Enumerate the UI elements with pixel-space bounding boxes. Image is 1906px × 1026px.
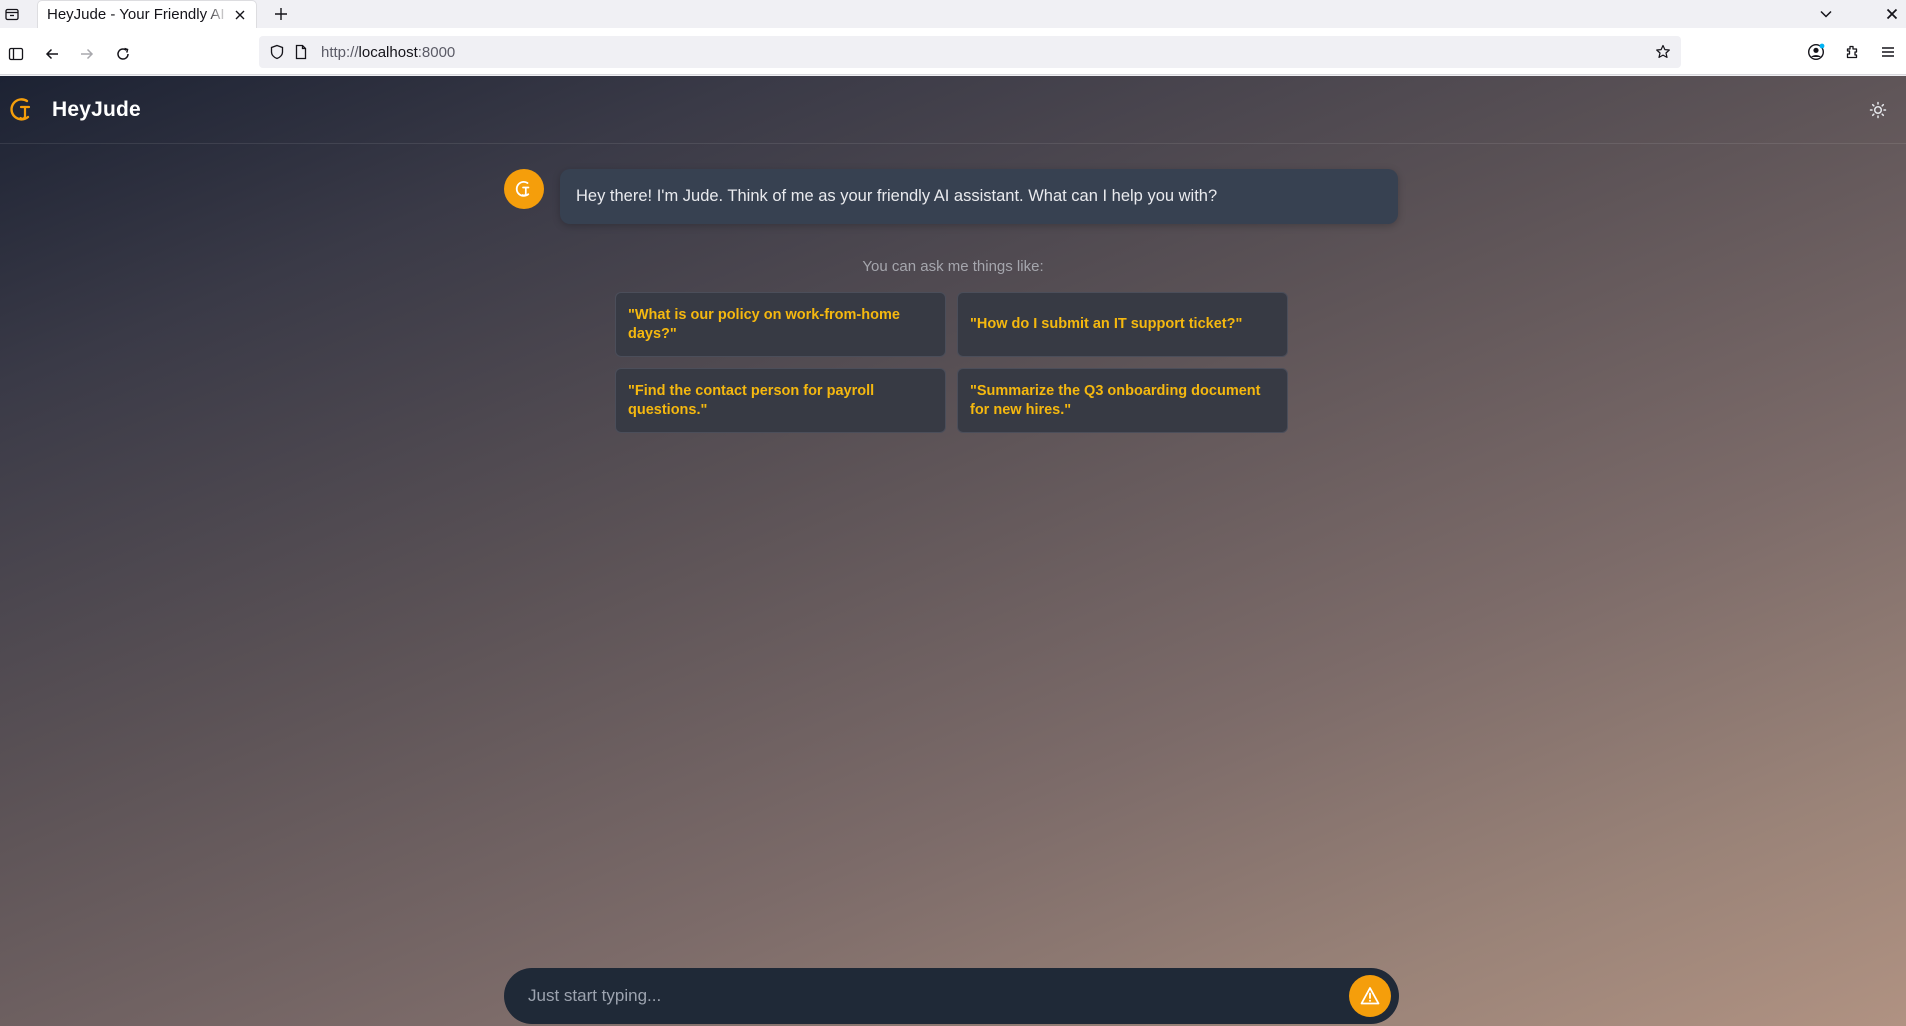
message-composer [504, 968, 1399, 1024]
message-input[interactable] [528, 986, 1349, 1006]
sidebar-icon[interactable] [2, 40, 30, 68]
sun-icon[interactable] [1866, 98, 1890, 122]
suggestion-card[interactable]: "Find the contact person for payroll que… [615, 368, 946, 433]
suggestion-text: "Summarize the Q3 onboarding document fo… [970, 382, 1261, 418]
url-bar[interactable]: http://localhost:8000 [259, 36, 1681, 68]
suggestion-text: "What is our policy on work-from-home da… [628, 306, 900, 342]
plus-icon[interactable] [271, 4, 291, 24]
heyjude-app: HeyJude Hey there! I'm Jude. Think of me… [0, 76, 1906, 1026]
account-icon[interactable] [1798, 34, 1834, 70]
shield-icon[interactable] [269, 44, 285, 60]
welcome-message-text: Hey there! I'm Jude. Think of me as your… [576, 187, 1218, 205]
url-prefix: http:// [321, 43, 359, 61]
close-icon[interactable] [232, 7, 248, 23]
back-arrow-icon[interactable] [38, 40, 66, 68]
star-icon[interactable] [1655, 44, 1671, 60]
suggestion-card[interactable]: "How do I submit an IT support ticket?" [957, 292, 1288, 357]
send-button[interactable] [1349, 975, 1391, 1017]
tab-title: HeyJude - Your Friendly AI [47, 6, 225, 23]
close-window-icon[interactable] [1878, 0, 1906, 28]
page-icon[interactable] [293, 44, 309, 60]
suggestion-card[interactable]: "What is our policy on work-from-home da… [615, 292, 946, 357]
app-brand-title: HeyJude [52, 98, 141, 121]
assistant-message-bubble: Hey there! I'm Jude. Think of me as your… [560, 169, 1398, 224]
forward-arrow-icon[interactable] [73, 40, 101, 68]
puzzle-icon[interactable] [1834, 34, 1870, 70]
tab-list-icon[interactable] [0, 0, 24, 28]
browser-tab-bar: HeyJude - Your Friendly AI [0, 0, 1906, 28]
suggestion-card[interactable]: "Summarize the Q3 onboarding document fo… [957, 368, 1288, 433]
url-port: :8000 [417, 43, 456, 61]
chevron-down-icon[interactable] [1806, 0, 1846, 28]
hamburger-menu-icon[interactable] [1870, 34, 1906, 70]
send-icon [1360, 987, 1380, 1005]
suggestion-text: "How do I submit an IT support ticket?" [970, 316, 1243, 332]
reload-icon[interactable] [109, 40, 137, 68]
suggestion-text: "Find the contact person for payroll que… [628, 382, 875, 418]
browser-nav-bar: http://localhost:8000 [0, 28, 1906, 75]
jude-avatar-icon [504, 169, 544, 209]
browser-tab[interactable]: HeyJude - Your Friendly AI [38, 1, 256, 28]
url-host: localhost [358, 43, 418, 61]
app-header: HeyJude [0, 76, 1906, 144]
jude-logo-icon [9, 95, 35, 125]
suggestions-hint: You can ask me things like: [862, 258, 1044, 275]
url-text: http://localhost:8000 [321, 44, 455, 61]
